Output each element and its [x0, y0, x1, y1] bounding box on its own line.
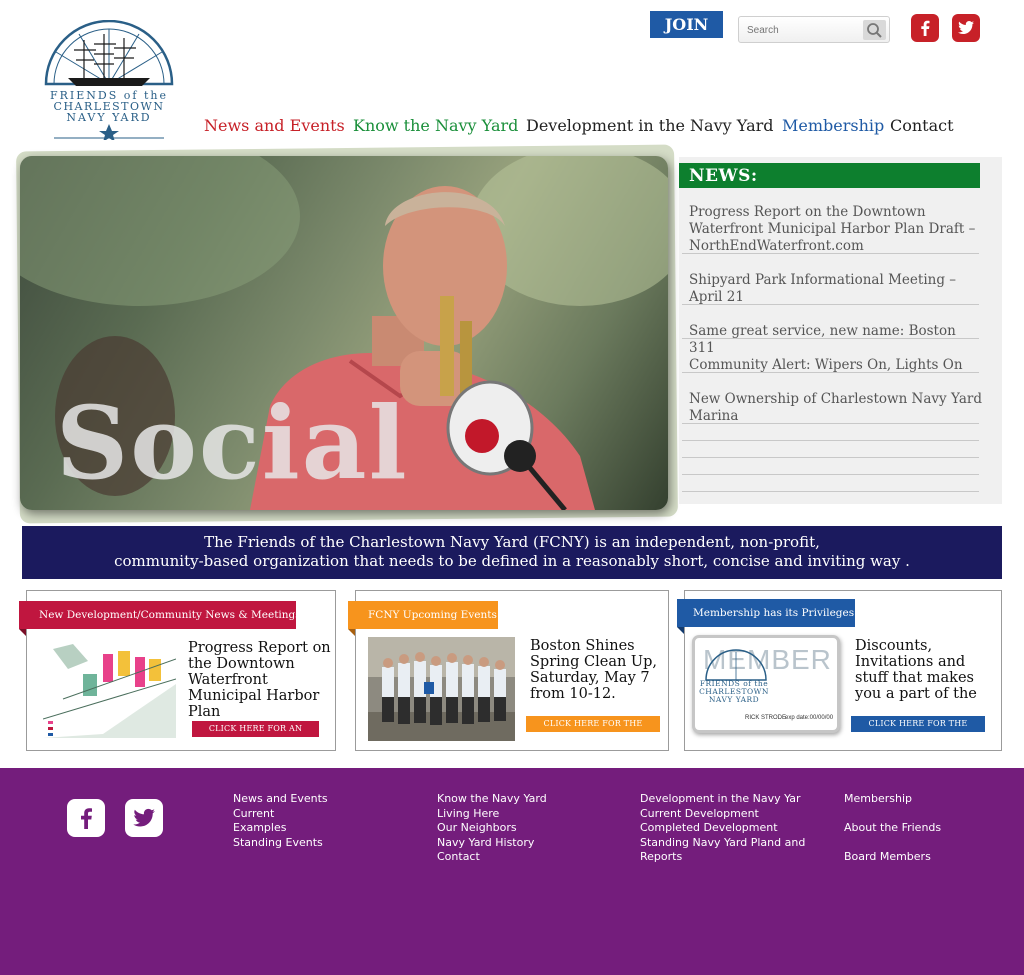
card-title-events[interactable]: Boston Shines Spring Clean Up, Saturday,… [530, 638, 660, 702]
facebook-icon [921, 20, 930, 36]
member-card-logo-line: NAVY YARD [708, 695, 760, 704]
card-tag-label: FCNY Upcoming Events [368, 609, 497, 621]
member-card-emblem-icon [705, 649, 767, 681]
card-tag-label: New Development/Community News & Meeting… [39, 609, 301, 621]
join-button[interactable]: JOIN [650, 11, 723, 38]
news-divider [682, 457, 979, 458]
news-divider [682, 474, 979, 475]
tag-fold [348, 629, 355, 636]
card-tag-development: New Development/Community News & Meeting… [19, 601, 301, 636]
footer-link[interactable]: Standing Navy Yard Pland and [640, 836, 805, 851]
footer-link[interactable]: Reports [640, 850, 805, 865]
news-divider [682, 253, 979, 254]
news-divider [682, 423, 979, 424]
harbor-map-thumbnail[interactable] [43, 639, 176, 738]
facebook-icon [81, 808, 92, 829]
benefits-button[interactable]: CLICK HERE FOR THE BENEFITS [851, 716, 985, 744]
footer-link[interactable]: Completed Development [640, 821, 805, 836]
news-heading: NEWS: [679, 163, 980, 188]
mission-line-2: community-based organization that needs … [114, 552, 910, 570]
update-button[interactable]: CLICK HERE FOR AN UPDATE [192, 721, 319, 749]
news-item[interactable]: Same great service, new name: Boston 311 [689, 323, 985, 357]
news-item[interactable]: Progress Report on the Downtown Waterfro… [689, 204, 985, 255]
cleanup-group-photo[interactable] [368, 637, 515, 741]
search-icon [867, 23, 882, 38]
card-tag-label: Membership has its Privileges [693, 607, 855, 619]
footer-link[interactable]: Our Neighbors [437, 821, 547, 836]
news-divider [682, 491, 979, 492]
member-card-exp: exp date:00/00/00 [785, 715, 834, 721]
footer-link[interactable]: Know the Navy Yard [437, 792, 547, 807]
footer-link[interactable]: Examples [233, 821, 328, 836]
footer-link[interactable]: About the Friends [844, 821, 941, 836]
card-title-development[interactable]: Progress Report on the Downtown Waterfro… [188, 640, 333, 720]
footer-link[interactable]: Living Here [437, 807, 547, 822]
footer-column-news: News and Events Current Examples Standin… [233, 792, 328, 850]
footer-link[interactable]: News and Events [233, 792, 328, 807]
nav-know-the-navy-yard[interactable]: Know the Navy Yard [353, 116, 518, 135]
member-card-image[interactable]: MEMBER FRIENDS of the CHARLESTOWN NAVY Y… [692, 635, 840, 733]
main-navigation: News and Events Know the Navy Yard Devel… [0, 116, 1024, 138]
nav-membership[interactable]: Membership [782, 116, 884, 135]
nav-development[interactable]: Development in the Navy Yard [526, 116, 774, 135]
mission-line-1: The Friends of the Charlestown Navy Yard… [204, 533, 820, 551]
tag-fold [19, 629, 26, 636]
footer-link[interactable]: Membership [844, 792, 941, 807]
harbor-map-image [43, 639, 176, 738]
hero-caption: Social [56, 384, 409, 502]
footer-facebook-link[interactable] [67, 799, 105, 837]
twitter-link[interactable] [952, 14, 980, 42]
search-field [738, 16, 890, 43]
hero-slide[interactable]: Social [20, 156, 668, 510]
twitter-icon [133, 808, 155, 827]
footer-link[interactable]: Development in the Navy Yar [640, 792, 805, 807]
footer-twitter-link[interactable] [125, 799, 163, 837]
facebook-link[interactable] [911, 14, 939, 42]
news-divider [682, 304, 979, 305]
footer-column-membership: Membership About the Friends Board Membe… [844, 792, 941, 865]
news-divider [682, 372, 979, 373]
card-tag-events: FCNY Upcoming Events [348, 601, 498, 636]
search-input[interactable] [747, 21, 857, 39]
twitter-icon [958, 21, 974, 34]
news-divider [682, 440, 979, 441]
member-card-logo-text: FRIENDS of the CHARLESTOWN NAVY YARD [699, 680, 769, 704]
search-button[interactable] [863, 20, 886, 40]
news-item[interactable]: New Ownership of Charlestown Navy Yard M… [689, 391, 985, 425]
news-item[interactable]: Shipyard Park Informational Meeting – Ap… [689, 272, 985, 306]
footer-link[interactable]: Standing Events [233, 836, 328, 851]
card-title-membership[interactable]: Discounts, Invitations and stuff that ma… [855, 638, 995, 702]
card-tag-membership: Membership has its Privileges [677, 599, 855, 634]
nav-news-and-events[interactable]: News and Events [204, 116, 345, 135]
details-button[interactable]: CLICK HERE FOR THE DETAILS [526, 716, 660, 744]
footer-link[interactable]: Navy Yard History [437, 836, 547, 851]
footer-column-development: Development in the Navy Yar Current Deve… [640, 792, 805, 865]
footer-link[interactable]: Board Members [844, 850, 941, 865]
nav-contact[interactable]: Contact [890, 116, 954, 135]
footer-link[interactable]: Contact [437, 850, 547, 865]
news-divider [682, 338, 979, 339]
member-card-name: RICK STRODE [745, 715, 787, 721]
footer-link[interactable]: Current [233, 807, 328, 822]
tag-fold [677, 627, 684, 634]
footer-link[interactable]: Current Development [640, 807, 805, 822]
volunteers-image [368, 637, 515, 741]
footer-column-navy-yard: Know the Navy Yard Living Here Our Neigh… [437, 792, 547, 865]
mission-statement: The Friends of the Charlestown Navy Yard… [22, 526, 1002, 579]
